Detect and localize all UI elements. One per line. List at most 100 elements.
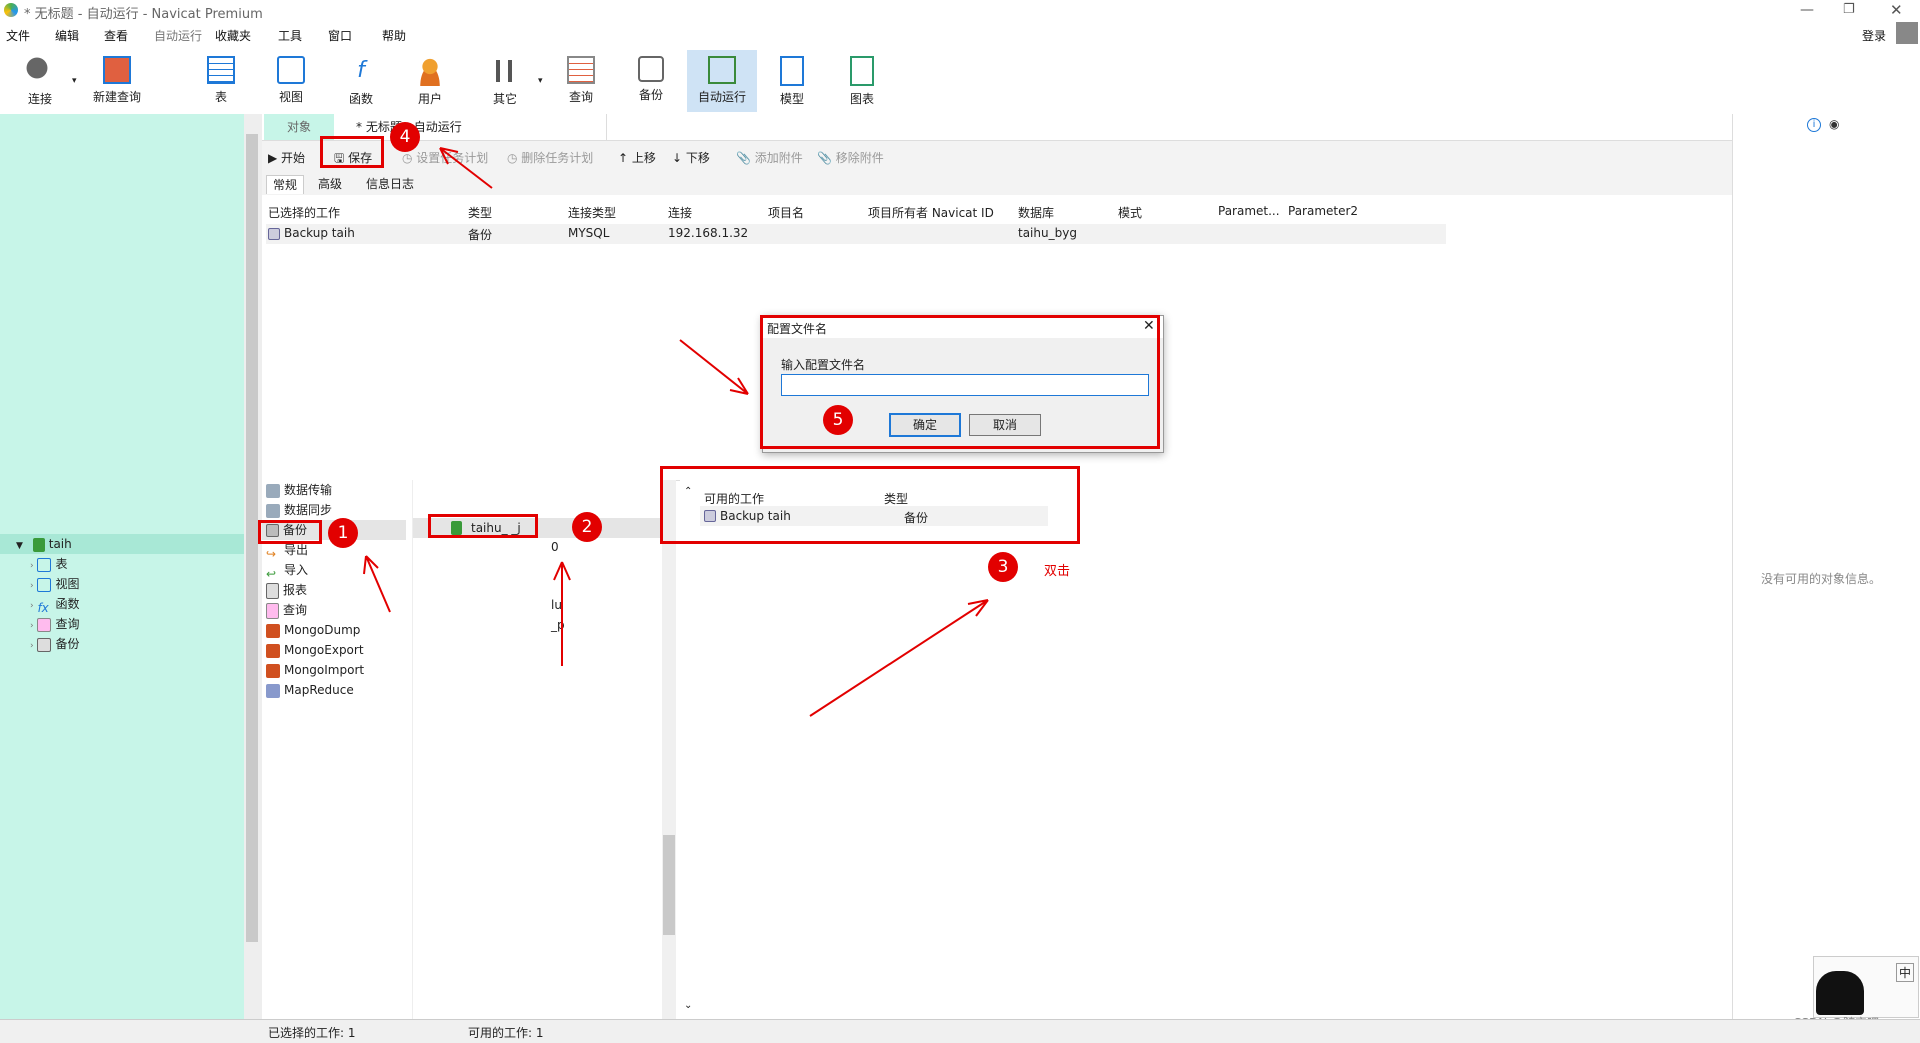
col-project[interactable]: 项目名 xyxy=(768,204,804,221)
toolbar-query[interactable]: 查询 xyxy=(551,50,611,112)
toolbar-chart[interactable]: 图表 xyxy=(832,50,892,112)
toolbar-connect[interactable]: 连接 xyxy=(10,50,70,112)
menu-view[interactable]: 查看 xyxy=(104,27,128,44)
col-schema[interactable]: 模式 xyxy=(1118,204,1142,221)
tree-node-taih[interactable]: ▼ taih xyxy=(0,534,244,554)
toolbar-user[interactable]: 用户 xyxy=(400,50,460,112)
menu-automation[interactable]: 自动运行 xyxy=(154,27,202,44)
cat-icon xyxy=(1816,971,1864,1015)
toolbar-view[interactable]: 视图 xyxy=(261,50,321,112)
cell-database: taihu_byg xyxy=(1018,226,1077,240)
scrollbar-thumb[interactable] xyxy=(663,835,675,935)
restore-icon[interactable]: ❐ xyxy=(1843,2,1855,17)
menu-help[interactable]: 帮助 xyxy=(382,27,406,44)
ime-toggle[interactable]: 中 xyxy=(1896,963,1915,982)
cell-type: 备份 xyxy=(468,228,493,242)
scrollbar-thumb[interactable] xyxy=(246,134,258,942)
login-link[interactable]: 登录 xyxy=(1862,27,1886,44)
col-type[interactable]: 类型 xyxy=(468,204,492,221)
cell-job: Backup taih xyxy=(268,226,355,240)
chevron-right-icon[interactable]: › xyxy=(30,561,34,571)
list-item[interactable]: 查询 xyxy=(262,600,412,620)
chevron-right-icon[interactable]: › xyxy=(30,581,34,591)
list-item[interactable]: MongoImport xyxy=(262,660,412,680)
chevron-right-icon[interactable]: › xyxy=(30,621,34,631)
menu-tools[interactable]: 工具 xyxy=(278,27,302,44)
add-attachment-button[interactable]: 📎 添加附件 xyxy=(736,149,803,166)
col-param1[interactable]: Paramet... xyxy=(1218,204,1280,218)
col-selected-job[interactable]: 已选择的工作 xyxy=(268,204,340,221)
move-down-button[interactable]: ↓ 下移 xyxy=(672,149,710,166)
document-tabs: 对象 * 无标题 - 自动运行 xyxy=(262,114,1732,141)
automation-icon xyxy=(708,56,736,84)
tab-log[interactable]: 信息日志 xyxy=(360,175,420,193)
col-database[interactable]: 数据库 xyxy=(1018,204,1054,221)
list-item[interactable]: 数据同步 xyxy=(262,500,412,520)
toolbar-new-query[interactable]: 新建查询 xyxy=(86,50,148,112)
col-owner[interactable]: 项目所有者 Navicat ID xyxy=(868,204,994,221)
toolbar-function[interactable]: f 函数 xyxy=(331,50,391,112)
other-dropdown-icon[interactable]: ▾ xyxy=(538,76,543,86)
chevron-down-icon[interactable]: ▼ xyxy=(16,541,23,551)
sync-icon xyxy=(266,503,280,518)
list-item[interactable]: 数据传输 xyxy=(262,480,412,500)
database-icon xyxy=(32,537,45,552)
tab-advanced[interactable]: 高级 xyxy=(312,175,348,193)
toolbar-automation[interactable]: 自动运行 xyxy=(687,50,757,112)
toolbar-backup[interactable]: 备份 xyxy=(621,50,681,112)
backup-icon xyxy=(268,227,280,240)
menu-window[interactable]: 窗口 xyxy=(328,27,352,44)
object-info-pane: i ◉ 没有可用的对象信息。 中 CSDN @随它吧 xyxy=(1732,114,1920,1030)
menu-edit[interactable]: 编辑 xyxy=(55,27,79,44)
close-icon[interactable]: ✕ xyxy=(1890,1,1903,19)
tree-node-functions[interactable]: › fx 函数 xyxy=(30,594,79,615)
tree-node-views[interactable]: › 视图 xyxy=(30,574,79,594)
eye-icon[interactable]: ◉ xyxy=(1829,117,1839,131)
list-item[interactable]: 报表 xyxy=(262,580,412,600)
function-icon: fx xyxy=(37,600,49,615)
chevron-down-icon[interactable]: ⌄ xyxy=(684,1000,692,1011)
table-row[interactable] xyxy=(266,224,1446,244)
col-conn-type[interactable]: 连接类型 xyxy=(568,204,616,221)
list-item[interactable]: ↩ 导入 xyxy=(262,560,412,581)
tree-node-queries[interactable]: › 查询 xyxy=(30,614,79,634)
cell-connection: 192.168.1.32 xyxy=(668,226,749,240)
menu-favorites[interactable]: 收藏夹 xyxy=(215,27,251,44)
list-item[interactable]: MongoDump xyxy=(262,620,412,640)
toolbar-table[interactable]: 表 xyxy=(191,50,251,112)
remove-attachment-button[interactable]: 📎 移除附件 xyxy=(817,149,884,166)
annotation-double-click: 双击 xyxy=(1044,564,1071,579)
annotation-badge-1: 1 xyxy=(328,518,358,548)
minimize-icon[interactable]: — xyxy=(1800,2,1814,18)
move-up-button[interactable]: ↑ 上移 xyxy=(618,149,656,166)
toolbar-other[interactable]: 其它 xyxy=(475,50,535,112)
delete-schedule-button[interactable]: ◷ 删除任务计划 xyxy=(507,149,593,166)
annotation-box-backup xyxy=(258,520,322,544)
start-button[interactable]: ▶ 开始 xyxy=(268,149,305,166)
menu-file[interactable]: 文件 xyxy=(6,27,30,44)
tree-node-tables[interactable]: › 表 xyxy=(30,554,67,574)
new-query-icon xyxy=(103,56,131,84)
avatar[interactable] xyxy=(1896,22,1918,44)
col-connection[interactable]: 连接 xyxy=(668,204,692,221)
annotation-badge-5: 5 xyxy=(823,405,853,435)
settings-tabs: 常规 高级 信息日志 xyxy=(262,173,1732,195)
set-schedule-button[interactable]: ◷ 设置任务计划 xyxy=(402,149,488,166)
table-icon xyxy=(207,56,235,84)
chevron-right-icon[interactable]: › xyxy=(30,601,34,611)
col-param2[interactable]: Parameter2 xyxy=(1288,204,1358,218)
tab-general[interactable]: 常规 xyxy=(266,175,305,194)
status-bar: 已选择的工作: 1 可用的工作: 1 xyxy=(0,1019,1920,1043)
info-icon[interactable]: i xyxy=(1807,118,1821,132)
mid-scrollbar[interactable] xyxy=(662,480,676,1020)
mongo-icon xyxy=(266,643,280,658)
title-bar: * 无标题 - 自动运行 - Navicat Premium — ❐ ✕ xyxy=(0,0,1920,22)
toolbar-model[interactable]: 模型 xyxy=(762,50,822,112)
query-icon xyxy=(567,56,595,84)
chevron-right-icon[interactable]: › xyxy=(30,641,34,651)
connect-dropdown-icon[interactable]: ▾ xyxy=(72,76,77,86)
list-item[interactable]: MongoExport xyxy=(262,640,412,660)
list-item[interactable]: MapReduce xyxy=(262,680,412,700)
tree-node-backups[interactable]: › 备份 xyxy=(30,634,79,654)
navigator-scrollbar[interactable] xyxy=(244,114,262,1019)
